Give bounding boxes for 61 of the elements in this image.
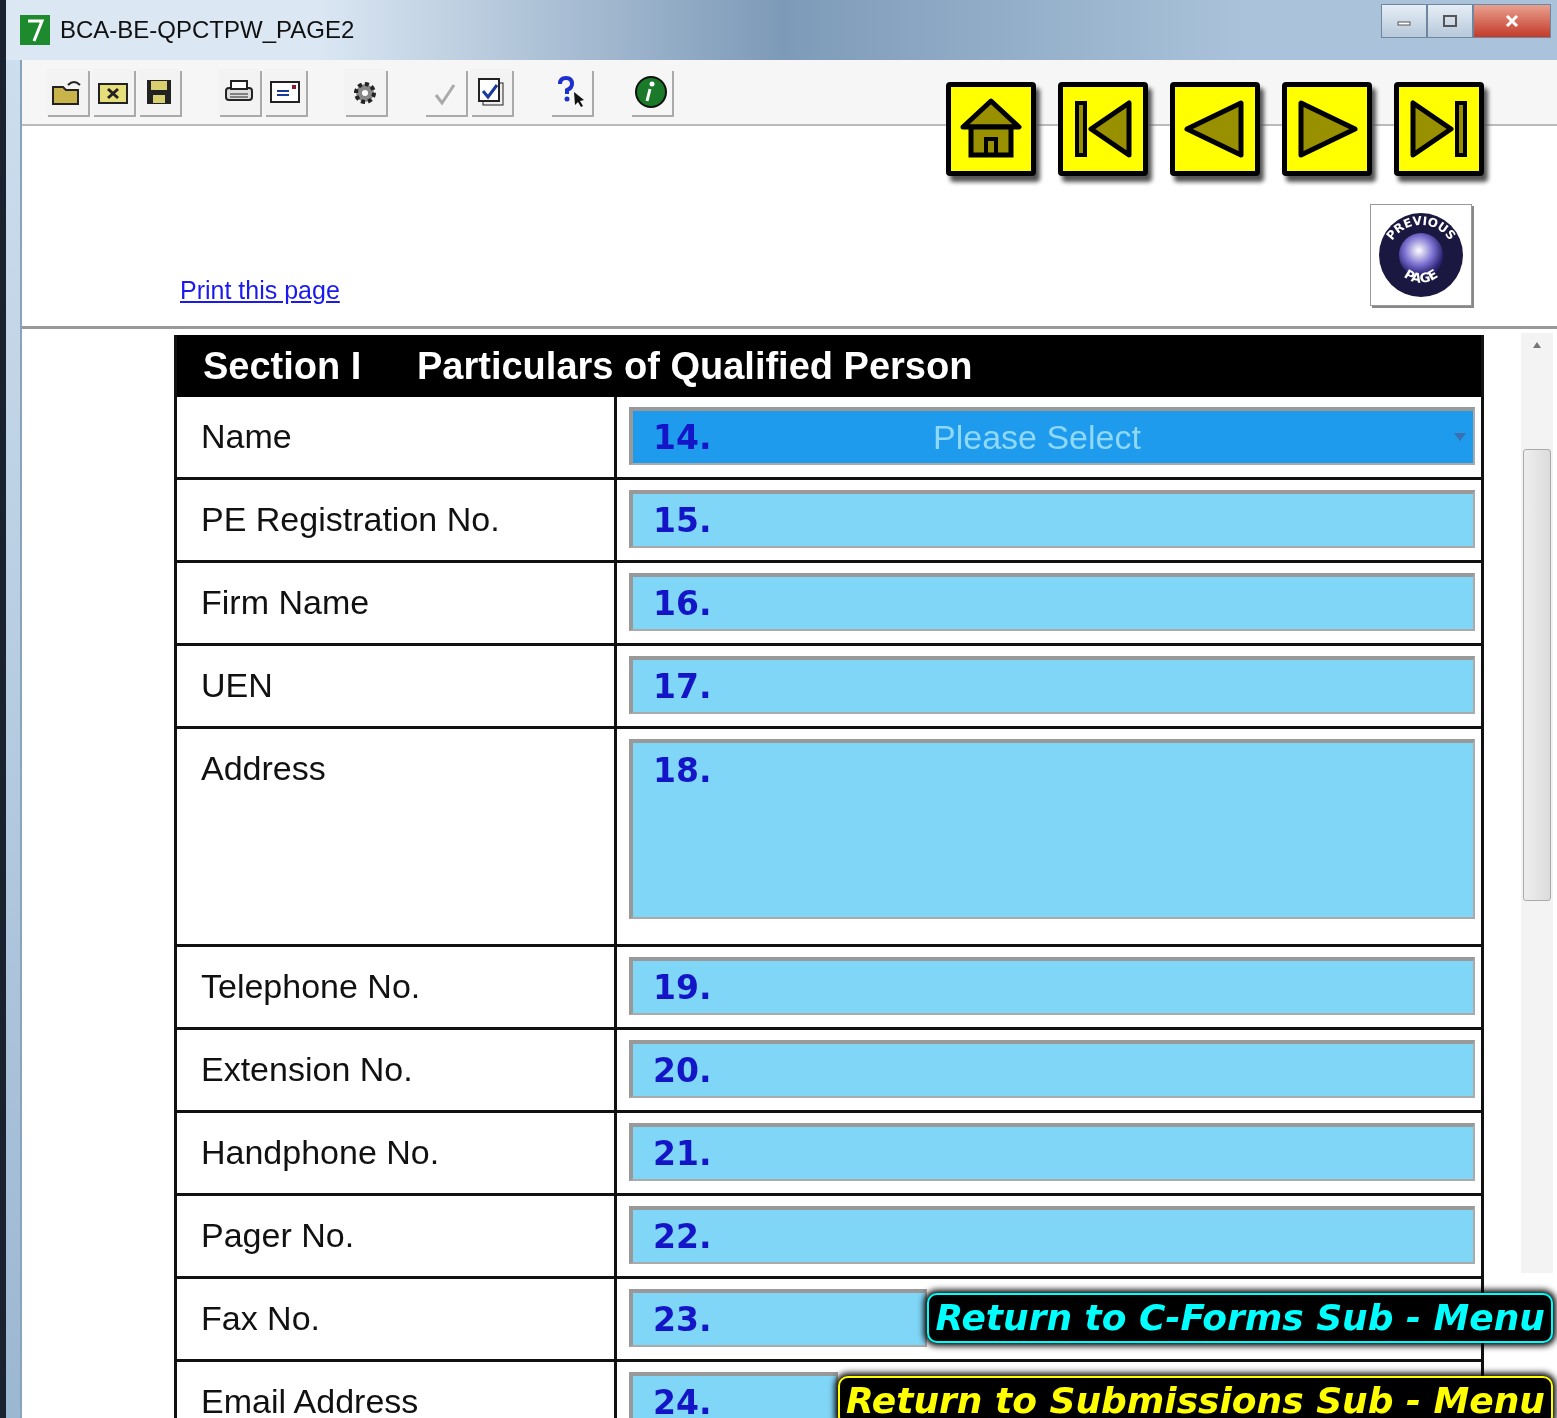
field-number: 20. <box>652 1050 712 1090</box>
input-field[interactable]: 20. <box>629 1040 1475 1098</box>
dropdown-placeholder: Please Select <box>933 417 1141 457</box>
caret-icon <box>1453 432 1467 442</box>
scrollbar-thumb[interactable] <box>1523 449 1551 901</box>
field-number: 14. <box>652 417 712 457</box>
field-number: 19. <box>652 967 712 1007</box>
close-button[interactable] <box>1473 4 1551 38</box>
field-number: 17. <box>652 666 712 706</box>
field-label: Address <box>177 729 617 944</box>
field-label: Fax No. <box>177 1279 617 1359</box>
field-label: Name <box>177 397 617 477</box>
previous-button[interactable] <box>1170 82 1260 176</box>
minimize-button[interactable] <box>1381 4 1427 38</box>
field-number: 21. <box>652 1133 712 1173</box>
input-field[interactable]: 24. <box>629 1372 838 1418</box>
field-label: UEN <box>177 646 617 726</box>
close-icon <box>1504 13 1520 29</box>
print-page-link[interactable]: Print this page <box>180 276 340 305</box>
sub-menu-link[interactable]: Return to Submissions Sub - Menu <box>837 1376 1553 1418</box>
field-number: 15. <box>652 500 712 540</box>
section-title: Particulars of Qualified Person <box>417 344 973 388</box>
maximize-icon <box>1442 14 1458 28</box>
input-field[interactable]: 21. <box>629 1123 1475 1181</box>
vertical-scrollbar[interactable] <box>1521 333 1553 1273</box>
last-page-button[interactable] <box>1394 82 1484 176</box>
field-label: PE Registration No. <box>177 480 617 560</box>
scroll-up-icon[interactable] <box>1532 341 1542 349</box>
maximize-button[interactable] <box>1427 4 1473 38</box>
sub-menu-link[interactable]: Return to C-Forms Sub - Menu <box>927 1293 1553 1343</box>
folder-x-icon[interactable] <box>92 69 134 115</box>
field-number: 22. <box>652 1216 712 1256</box>
home-button[interactable] <box>946 82 1036 176</box>
name-dropdown[interactable]: 14. Please Select <box>629 407 1475 465</box>
input-field[interactable]: 23. <box>629 1289 928 1347</box>
first-page-button[interactable] <box>1058 82 1148 176</box>
input-field[interactable]: 15. <box>629 490 1475 548</box>
field-number: 23. <box>652 1299 712 1339</box>
field-label: Handphone No. <box>177 1113 617 1193</box>
spell-check-icon[interactable] <box>424 69 466 115</box>
app-logo-icon <box>20 15 50 45</box>
input-field[interactable]: 17. <box>629 656 1475 714</box>
field-number: 24. <box>652 1382 712 1418</box>
help-pointer-icon[interactable] <box>550 69 592 115</box>
field-number: 16. <box>652 583 712 623</box>
field-label: Firm Name <box>177 563 617 643</box>
field-label: Telephone No. <box>177 947 617 1027</box>
next-button[interactable] <box>1282 82 1372 176</box>
info-icon[interactable] <box>630 69 672 115</box>
document-check-icon[interactable] <box>470 69 512 115</box>
envelope-icon[interactable] <box>264 69 306 115</box>
section-number: Section I <box>202 344 363 388</box>
input-field[interactable]: 22. <box>629 1206 1475 1264</box>
field-label: Pager No. <box>177 1196 617 1276</box>
field-number: 18. <box>652 751 712 790</box>
input-field[interactable]: 19. <box>629 957 1475 1015</box>
address-text-area[interactable]: 18. <box>629 739 1475 919</box>
window-title: BCA-BE-QPCTPW_PAGE2 <box>60 16 355 44</box>
field-label: Extension No. <box>177 1030 617 1110</box>
field-label: Email Address <box>177 1362 617 1418</box>
input-field[interactable]: 16. <box>629 573 1475 631</box>
